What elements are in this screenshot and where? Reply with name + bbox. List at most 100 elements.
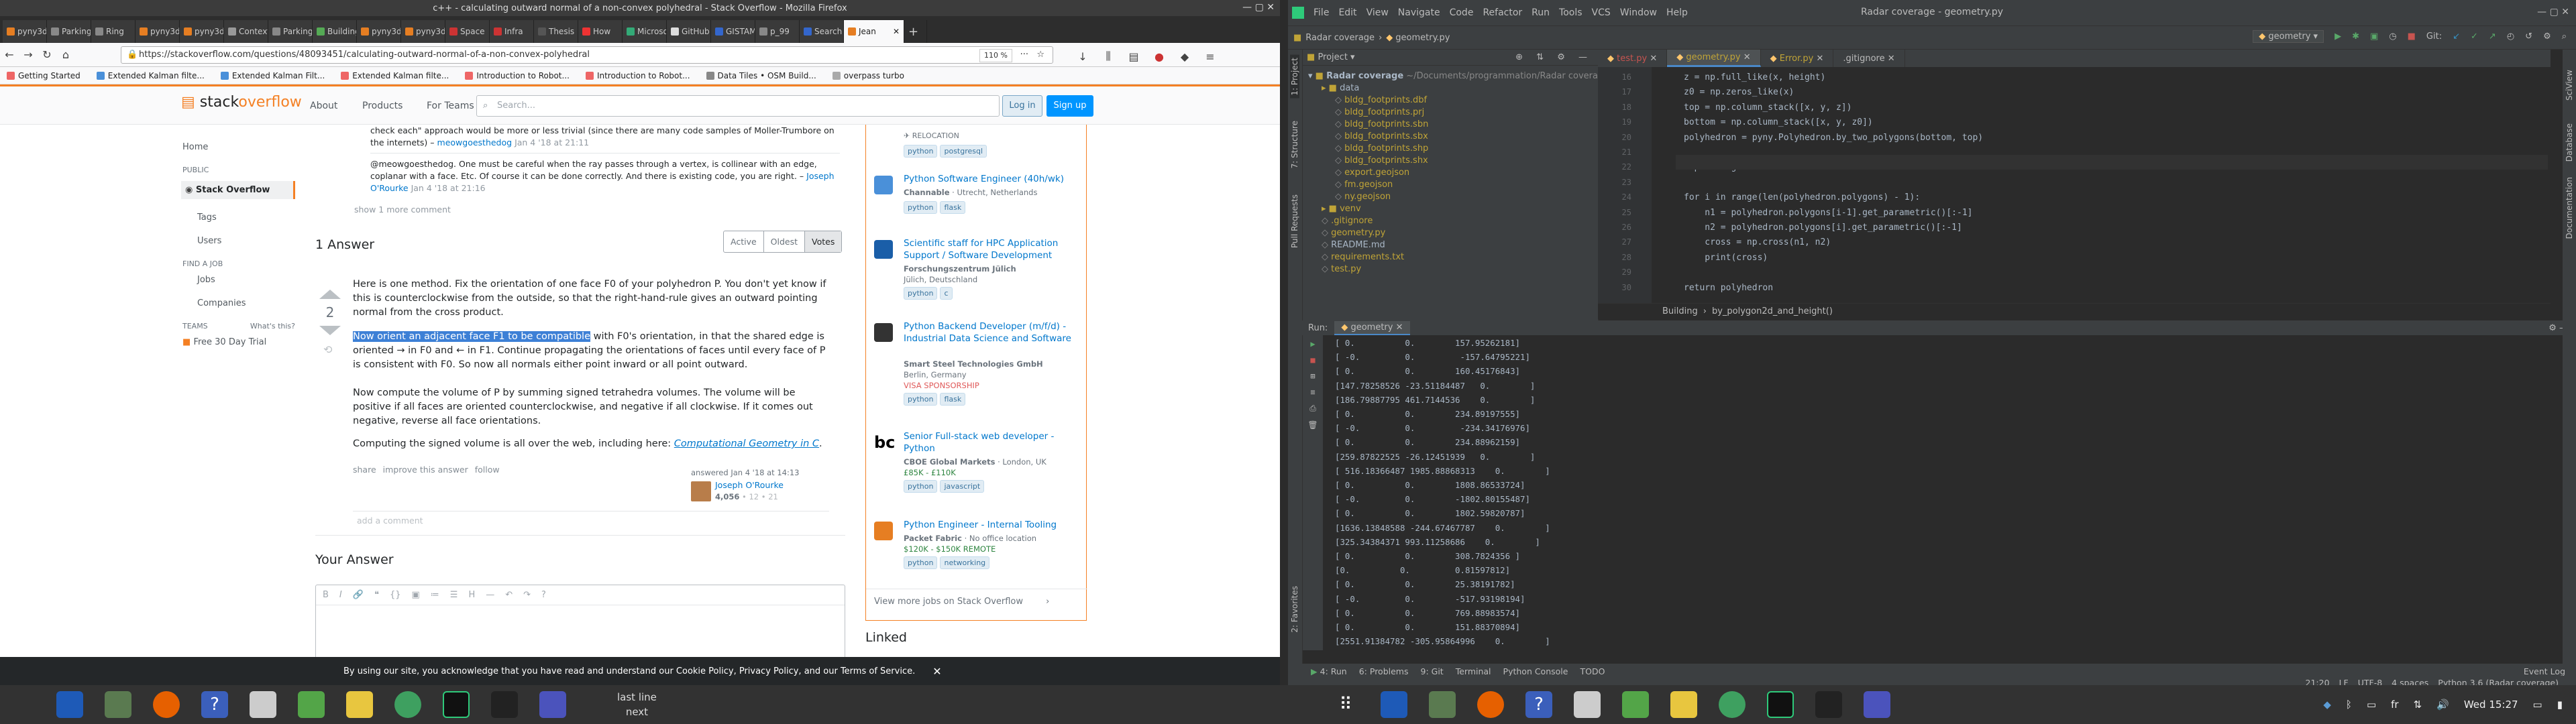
breadcrumb-func[interactable]: by_polygon2d_and_height() [1712,306,1833,316]
italic-icon[interactable]: I [339,590,342,600]
desktop-icon[interactable]: ▮ [2557,699,2563,711]
nav-jobs[interactable]: Jobs [181,275,295,285]
project-tools-icon[interactable]: ⊕ ⇅ ⚙ — [1515,52,1593,62]
tab[interactable]: GitHub [667,20,711,43]
tab[interactable]: Infra [490,20,534,43]
terminal-icon[interactable] [491,691,518,718]
run-tab[interactable]: ◆ geometry ✕ [1334,320,1410,335]
author-link[interactable]: Joseph O'Rourke [715,480,784,490]
git-commit-icon[interactable]: ✓ [2471,32,2478,42]
bookmark[interactable]: Introduction to Robot... [585,71,690,80]
bottom-tab-git[interactable]: 9: Git [1421,666,1444,676]
bottom-tab-todo[interactable]: TODO [1580,666,1605,676]
download-icon[interactable]: ↓ [1073,47,1092,66]
library-icon[interactable]: ⫼ [1099,47,1118,66]
tab[interactable]: pyny3d [3,20,47,43]
view-more-jobs-link[interactable]: View more jobs on Stack Overflow › [874,597,1049,607]
whats-this-link[interactable]: What's this? [250,322,295,330]
settings-icon[interactable]: ⚙ [2543,32,2551,42]
tree-item[interactable]: ◇ bldg_footprints.sbn [1335,119,1428,129]
breadcrumb-class[interactable]: Building [1662,306,1698,316]
pycharm-icon[interactable] [443,691,470,718]
login-button[interactable]: Log in [1002,95,1042,117]
job-title[interactable]: Scientific staff for HPC Application Sup… [904,237,1078,261]
nav-file[interactable]: geometry.py [1395,33,1450,43]
git-push-icon[interactable]: ↗ [2489,32,2496,42]
teams-icon[interactable] [1864,691,1890,718]
tab[interactable]: pyny3d [180,20,224,43]
job-title[interactable]: Senior Full-stack web developer - Python [904,430,1078,455]
answer-editor[interactable]: B I 🔗 ❝ {} ▣ ≔ ☰ H — ↶ ↷? [315,585,845,665]
calc-icon[interactable] [298,691,325,718]
window-controls[interactable]: — ▢ ✕ [2537,7,2569,17]
notes-icon[interactable] [1670,691,1697,718]
history-icon[interactable]: ◴ [2507,32,2514,42]
downvote-icon[interactable] [319,326,341,335]
improve-link[interactable]: improve this answer [383,464,468,476]
comment-user[interactable]: meowgoesthedog [437,137,513,147]
help-icon[interactable]: ? [541,590,546,600]
notifications-icon[interactable]: ▭ [2533,699,2542,711]
debug-icon[interactable]: ✱ [2352,32,2359,42]
nav-about[interactable]: About [310,101,337,111]
teams-icon[interactable] [539,691,566,718]
stop-icon[interactable]: ■ [2408,32,2416,42]
tree-item[interactable]: ◇ bldg_footprints.dbf [1335,95,1427,105]
job-title[interactable]: Python Software Engineer (40h/wk) [904,173,1078,185]
bookmark[interactable]: Data Tiles • OSM Build... [706,71,816,80]
redo-icon[interactable]: ↷ [523,590,531,600]
bluetooth-icon[interactable]: ᛒ [2346,699,2352,711]
so-logo[interactable]: ▤ stackoverflow [181,94,302,111]
job-title[interactable]: Python Backend Developer (m/f/d) - Indus… [904,320,1078,345]
tab[interactable]: pyny3d [357,20,401,43]
sort-active[interactable]: Active [724,231,764,252]
close-tab-icon[interactable]: ✕ [893,27,900,36]
tree-item[interactable]: ◇ bldg_footprints.shp [1335,143,1428,154]
bottom-tab-terminal[interactable]: Terminal [1456,666,1491,676]
files-icon[interactable] [1381,691,1407,718]
bookmark[interactable]: Extended Kalman Filt... [220,71,325,80]
code-icon[interactable]: {} [390,590,401,600]
softwrap-icon[interactable]: ≡ [1303,387,1323,397]
database-tool-button[interactable]: Database [2565,123,2574,162]
favorites-tool-button[interactable]: 2: Favorites [1290,586,1299,633]
rerun-icon[interactable]: ▶ [1303,339,1323,349]
file-manager-icon[interactable] [105,691,131,718]
network-icon[interactable]: ⇅ [2414,699,2422,711]
back-icon[interactable]: ← [0,46,19,64]
firefox-icon[interactable] [1477,691,1504,718]
tab[interactable]: Parking [268,20,313,43]
help-icon[interactable]: ? [201,691,228,718]
tab-test-py[interactable]: ◆ test.py ✕ [1598,50,1668,67]
clock[interactable]: Wed 15:27 [2464,699,2518,711]
bookmark[interactable]: Introduction to Robot... [465,71,570,80]
nav-home[interactable]: Home [181,142,295,152]
trash-icon[interactable]: 🗑 [1303,420,1323,430]
tree-item[interactable]: ◇ .gitignore [1322,216,1373,226]
nav-free-trial[interactable]: ■ Free 30 Day Trial [181,337,295,347]
bookmark-star-icon[interactable]: ☆ [1036,47,1044,63]
tab-error-py[interactable]: ◆ Error.py ✕ [1761,50,1834,67]
bookmark[interactable]: overpass turbo [832,71,904,80]
nav-products[interactable]: Products [362,101,402,111]
sort-oldest[interactable]: Oldest [764,231,806,252]
bottom-tab-python-console[interactable]: Python Console [1503,666,1568,676]
tree-item[interactable]: ◇ ny.geojson [1335,192,1391,202]
file-manager-icon[interactable] [1429,691,1456,718]
chrome-icon[interactable] [394,691,421,718]
tab[interactable]: pyny3d [401,20,445,43]
extension-icon[interactable]: ◆ [1175,47,1194,66]
upvote-icon[interactable] [319,290,341,299]
tree-item[interactable]: ◇ bldg_footprints.shx [1335,156,1428,166]
link-icon[interactable]: 🔗 [353,590,364,600]
sciview-tool-button[interactable]: SciView [2565,70,2574,101]
status-interpreter[interactable]: Python 3.6 (Radar coverage) [2438,678,2559,686]
event-log-button[interactable]: Event Log [2524,666,2565,676]
files-icon[interactable] [56,691,83,718]
olist-icon[interactable]: ≔ [431,590,439,600]
bookmark[interactable]: Extended Kalman filte... [96,71,205,80]
tree-item[interactable]: ◇ fm.geojson [1335,180,1393,190]
calc-icon[interactable] [1622,691,1649,718]
status-caret[interactable]: 21:20 [2306,678,2330,686]
ublock-icon[interactable]: ● [1150,47,1169,66]
